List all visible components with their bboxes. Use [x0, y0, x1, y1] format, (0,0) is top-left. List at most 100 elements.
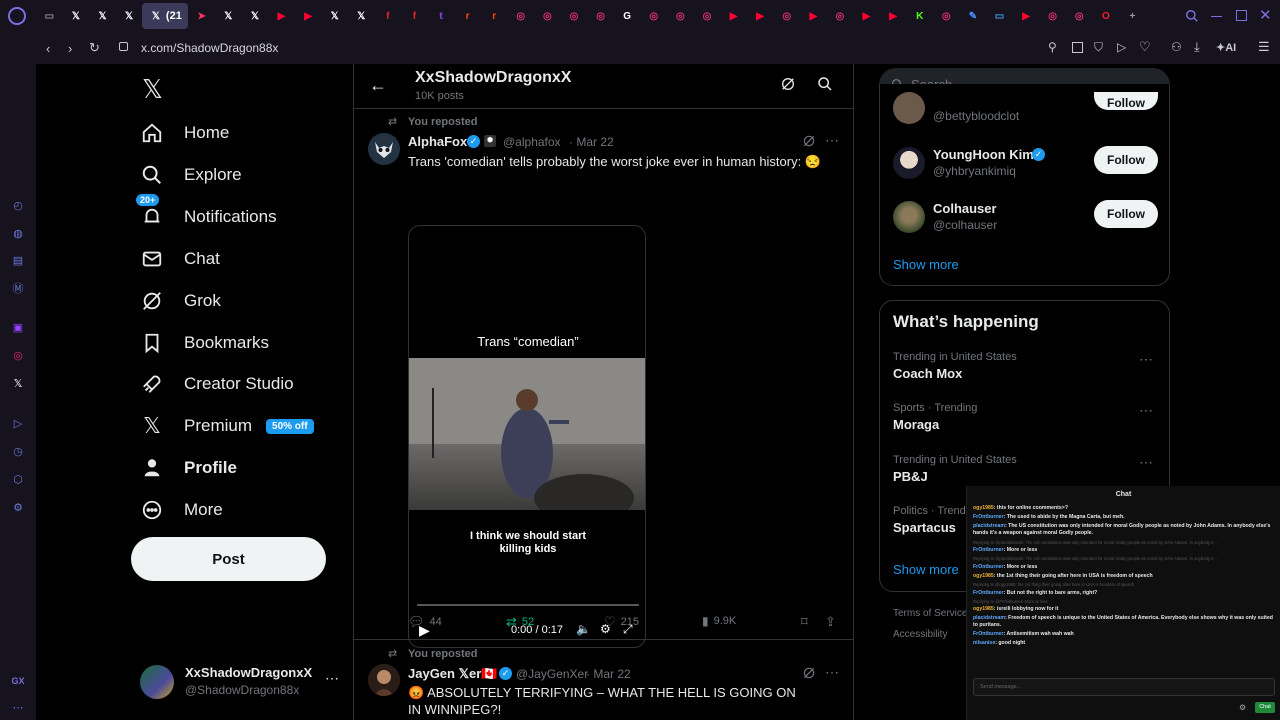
chat-username[interactable]: FrOntburner [973, 547, 1004, 553]
browser-tab[interactable]: ◎ [561, 3, 588, 29]
history-icon[interactable]: ◷ [9, 442, 27, 460]
instagram-sidebar-icon[interactable]: ◎ [9, 346, 27, 364]
notes-icon[interactable]: ▤ [9, 251, 27, 269]
browser-tab[interactable]: ▶ [880, 3, 907, 29]
browser-tab[interactable]: ◎ [640, 3, 667, 29]
bookmark-button[interactable]: ⌑ [801, 614, 808, 630]
minimize-icon[interactable] [1211, 16, 1222, 17]
aria-icon[interactable]: ◴ [9, 196, 27, 214]
footer-link[interactable]: Terms of Service [893, 608, 967, 619]
nav-item-grok[interactable]: Grok [140, 281, 221, 321]
chat-username[interactable]: placidstream [973, 523, 1005, 529]
chat-username[interactable]: placidstream [973, 615, 1005, 621]
maximize-icon[interactable] [1236, 10, 1247, 21]
chat-username[interactable]: nilsanise [973, 640, 995, 646]
browser-tab[interactable]: ▶ [1013, 3, 1040, 29]
chat-username[interactable]: FrOntburner [973, 514, 1004, 520]
footer-link[interactable]: Accessibility [893, 629, 947, 640]
browser-tab[interactable]: 𝕏 [89, 3, 116, 29]
reply-button[interactable]: 💬︎ 44 [408, 614, 442, 630]
grok-tweet-icon[interactable] [802, 666, 816, 680]
browser-tab[interactable]: ◎ [827, 3, 854, 29]
browser-tab[interactable]: r [481, 3, 508, 29]
browser-tab[interactable]: ▭ [986, 3, 1013, 29]
ai-button[interactable]: ✦AI [1216, 41, 1236, 54]
browser-tab[interactable]: ▶ [295, 3, 322, 29]
nav-item-creator-studio[interactable]: Creator Studio [140, 364, 294, 404]
follow-button[interactable]: Follow [1094, 146, 1158, 174]
chat-username[interactable]: FrOntburner [973, 564, 1004, 570]
close-window-icon[interactable]: ✕ [1259, 6, 1272, 24]
download-icon[interactable]: ⤓ [1194, 39, 1200, 55]
account-icon[interactable]: ⚇ [1171, 40, 1182, 54]
trend-item[interactable]: Trending in United States PB&J [893, 454, 1017, 484]
nav-item-profile[interactable]: Profile [140, 448, 237, 488]
easy-setup-icon[interactable]: ☰ [1258, 39, 1270, 55]
snapshot-icon[interactable] [1072, 42, 1083, 53]
browser-tab[interactable]: f [401, 3, 428, 29]
extensions-icon[interactable]: ⬡ [9, 470, 27, 488]
robot-icon[interactable]: ◍ [9, 224, 27, 242]
account-more-icon[interactable]: ⋯ [325, 670, 339, 687]
show-more-link[interactable]: Show more [893, 257, 959, 272]
author-handle[interactable]: @JayGenXer [516, 667, 588, 681]
nav-item-home[interactable]: Home [140, 113, 229, 153]
browser-tab[interactable]: 𝕏 [321, 3, 348, 29]
follow-suggestion[interactable]: @bettybloodclot Follow [880, 84, 1171, 136]
tweet-more-icon[interactable]: ⋯ [825, 132, 839, 149]
reload-icon[interactable]: ↻ [89, 40, 100, 56]
chat-input[interactable]: Send message... [973, 678, 1275, 696]
play-icon[interactable]: ▷ [1117, 40, 1126, 54]
follow-suggestion[interactable]: Colhauser @colhauser Follow [880, 196, 1171, 248]
chat-username[interactable]: FrOntburner [973, 631, 1004, 637]
search-tabs-icon[interactable] [1185, 9, 1199, 23]
trend-item[interactable]: Sports · Trending Moraga [893, 402, 977, 432]
browser-tab[interactable]: 𝕏 [63, 3, 90, 29]
gx-label[interactable]: GX [9, 672, 27, 690]
share-button[interactable]: ⇪ [825, 614, 836, 630]
browser-tab[interactable]: ▭ [36, 3, 63, 29]
browser-tab[interactable]: 𝕏 [348, 3, 375, 29]
pin-icon[interactable]: ⚲ [1048, 40, 1057, 54]
m-icon[interactable]: Ⓜ [9, 279, 27, 297]
trend-item[interactable]: Politics · Trend Spartacus [893, 505, 966, 535]
like-button[interactable]: ♡ 215 [604, 614, 639, 630]
browser-tab[interactable]: 𝕏 [116, 3, 143, 29]
author-handle[interactable]: @alphafox [503, 135, 561, 149]
chat-username[interactable]: ogy1985 [973, 505, 994, 511]
browser-tab[interactable]: r [454, 3, 481, 29]
tweet[interactable]: ⇄ You reposted AlphaFox ✓ ⬢ @alphafox · … [354, 109, 853, 648]
chat-send-button[interactable]: Chat [1255, 702, 1275, 713]
chat-username[interactable]: ogy1985 [973, 573, 994, 579]
player-icon[interactable]: ▷ [9, 414, 27, 432]
twitch-sidebar-icon[interactable]: ▣ [9, 318, 27, 336]
url-field[interactable]: x.com/ShadowDragon88x [141, 41, 278, 55]
tweet-avatar[interactable] [368, 133, 400, 165]
opera-menu-icon[interactable] [8, 7, 26, 25]
forward-icon[interactable]: › [68, 41, 72, 56]
browser-tab[interactable]: 𝕏 [242, 3, 269, 29]
trend-more-icon[interactable]: ⋯ [1139, 402, 1154, 419]
chat-settings-icon[interactable]: ⚙ [1239, 703, 1246, 714]
browser-tab[interactable]: ▶ [853, 3, 880, 29]
settings-icon[interactable]: ⚙ [9, 498, 27, 516]
sidebar-more-icon[interactable]: ⋯ [9, 698, 27, 716]
tweet-date[interactable]: · Mar 22 [569, 135, 614, 149]
grok-header-icon[interactable] [780, 76, 796, 92]
browser-tab[interactable]: 𝕏 (21 [142, 3, 189, 29]
x-logo-icon[interactable]: 𝕏 [142, 74, 163, 105]
trend-more-icon[interactable]: ⋯ [1139, 351, 1154, 368]
browser-tab[interactable]: ➤ [188, 3, 215, 29]
browser-tab[interactable]: + [1119, 3, 1146, 29]
browser-tab[interactable]: O [1093, 3, 1120, 29]
video-player[interactable]: Trans “comedian” I think we should start… [408, 225, 646, 648]
browser-tab[interactable]: f [375, 3, 402, 29]
heart-icon[interactable]: ♡ [1139, 39, 1151, 55]
show-more-link[interactable]: Show more [893, 562, 959, 577]
repost-button[interactable]: ⇄ 52 [506, 614, 534, 630]
back-arrow-icon[interactable]: ← [369, 75, 387, 96]
volume-icon[interactable]: 🔈 [576, 622, 591, 636]
tweet-date[interactable]: · Mar 22 [586, 667, 631, 681]
browser-tab[interactable]: G [614, 3, 641, 29]
author-name[interactable]: JayGen 𝕏er🇨🇦 [408, 666, 498, 682]
